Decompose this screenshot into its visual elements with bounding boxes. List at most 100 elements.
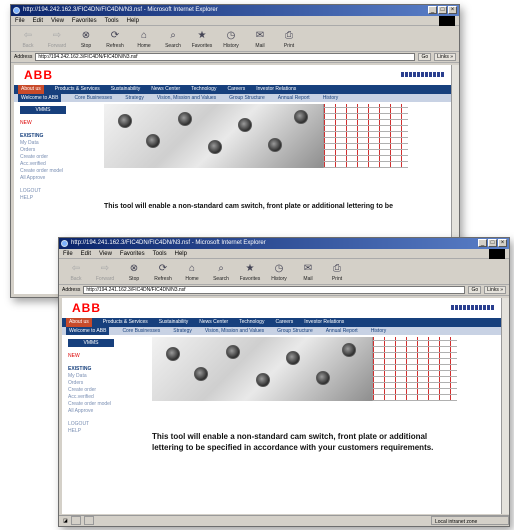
sidebar-item[interactable]: Create order — [68, 387, 114, 394]
refresh-button[interactable]: ⟳ Refresh — [150, 262, 176, 282]
go-button[interactable]: Go — [468, 286, 482, 294]
subnav-strategy[interactable]: Strategy — [173, 327, 192, 335]
sidebar-item[interactable]: Create order — [20, 154, 66, 161]
favorites-button[interactable]: ★ Favorites — [237, 262, 263, 282]
refresh-icon: ⟳ — [158, 262, 168, 274]
links-button[interactable]: Links » — [434, 53, 456, 61]
menu-file[interactable]: File — [15, 16, 25, 25]
mail-button[interactable]: ✉ Mail — [295, 262, 321, 282]
menu-edit[interactable]: Edit — [33, 16, 43, 25]
sidebar-item[interactable]: Orders — [20, 147, 66, 154]
abb-logo[interactable]: ABB — [72, 301, 101, 315]
sidebar-header: VMMS — [68, 339, 114, 347]
subnav-vision[interactable]: Vision, Mission and Values — [205, 327, 264, 335]
go-button[interactable]: Go — [418, 53, 432, 61]
subnav-welcome[interactable]: Welcome to ABB — [18, 94, 62, 102]
forward-button[interactable]: ⇨ Forward — [92, 262, 118, 282]
print-button[interactable]: ⎙ Print — [324, 262, 350, 282]
menu-view[interactable]: View — [51, 16, 64, 25]
sidebar-item-help[interactable]: HELP — [20, 195, 66, 202]
print-button[interactable]: ⎙ Print — [276, 29, 302, 49]
maximize-icon[interactable]: □ — [438, 6, 447, 14]
close-icon[interactable]: × — [498, 239, 507, 247]
subnav-annual-report[interactable]: Annual Report — [326, 327, 358, 335]
subnav-group-structure[interactable]: Group Structure — [229, 94, 265, 102]
subnav-vision[interactable]: Vision, Mission and Values — [157, 94, 216, 102]
stop-button[interactable]: ⊗ Stop — [121, 262, 147, 282]
sidebar-item[interactable]: Create order model — [68, 401, 114, 408]
subnav-history[interactable]: History — [323, 94, 339, 102]
window-title: http://194.242.162.3/FIC4DN/FIC4DN/N3.ns… — [23, 7, 218, 13]
abb-logo[interactable]: ABB — [24, 68, 53, 82]
back-button[interactable]: ⇦ Back — [15, 29, 41, 49]
maximize-icon[interactable]: □ — [488, 239, 497, 247]
menu-tools[interactable]: Tools — [105, 16, 119, 25]
sidebar-item[interactable]: Acc.verified — [20, 161, 66, 168]
home-button[interactable]: ⌂ Home — [131, 29, 157, 49]
menu-bar: File Edit View Favorites Tools Help — [11, 16, 459, 26]
search-button[interactable]: ⌕ Search — [160, 29, 186, 49]
nav-careers[interactable]: Careers — [275, 318, 293, 327]
nav-technology[interactable]: Technology — [239, 318, 264, 327]
vertical-scrollbar[interactable] — [501, 298, 509, 514]
address-input[interactable]: http://194.242.162.3/FIC4DN/FIC4DN/N3.ns… — [35, 53, 416, 61]
history-button[interactable]: ◷ History — [266, 262, 292, 282]
sidebar-item[interactable]: Orders — [68, 380, 114, 387]
history-button[interactable]: ◷ History — [218, 29, 244, 49]
sidebar-item[interactable]: All Approve — [68, 408, 114, 415]
nav-products-services[interactable]: Products & Services — [55, 85, 100, 94]
nav-products-services[interactable]: Products & Services — [103, 318, 148, 327]
home-button[interactable]: ⌂ Home — [179, 262, 205, 282]
status-bar: ◪ Local intranet zone — [59, 515, 509, 526]
sidebar-item-logout[interactable]: LOGOUT — [68, 421, 114, 428]
sidebar-item[interactable]: Create order model — [20, 168, 66, 175]
nav-investor-relations[interactable]: Investor Relations — [256, 85, 296, 94]
address-input[interactable]: http://194.241.162.3/FIC4DN/FIC4DN/N3.ns… — [83, 286, 466, 294]
sidebar-item[interactable]: All Approve — [20, 175, 66, 182]
subnav-core-businesses[interactable]: Core Businesses — [74, 94, 112, 102]
sidebar-item[interactable]: Acc.verified — [68, 394, 114, 401]
nav-news-center[interactable]: News Center — [151, 85, 180, 94]
mail-button[interactable]: ✉ Mail — [247, 29, 273, 49]
subnav-strategy[interactable]: Strategy — [125, 94, 144, 102]
sidebar-item-new[interactable]: NEW — [68, 353, 114, 360]
minimize-icon[interactable]: _ — [428, 6, 437, 14]
nav-careers[interactable]: Careers — [227, 85, 245, 94]
nav-sustainability[interactable]: Sustainability — [111, 85, 140, 94]
nav-about-us[interactable]: About us — [18, 85, 44, 94]
sub-nav: Welcome to ABB Core Businesses Strategy … — [62, 327, 501, 335]
nav-about-us[interactable]: About us — [66, 318, 92, 327]
nav-technology[interactable]: Technology — [191, 85, 216, 94]
menu-help[interactable]: Help — [175, 249, 187, 258]
sidebar-item-new[interactable]: NEW — [20, 120, 66, 127]
sidebar-item-help[interactable]: HELP — [68, 428, 114, 435]
menu-view[interactable]: View — [99, 249, 112, 258]
refresh-button[interactable]: ⟳ Refresh — [102, 29, 128, 49]
menu-tools[interactable]: Tools — [153, 249, 167, 258]
subnav-annual-report[interactable]: Annual Report — [278, 94, 310, 102]
links-button[interactable]: Links » — [484, 286, 506, 294]
subnav-history[interactable]: History — [371, 327, 387, 335]
stop-button[interactable]: ⊗ Stop — [73, 29, 99, 49]
menu-edit[interactable]: Edit — [81, 249, 91, 258]
menu-favorites[interactable]: Favorites — [72, 16, 97, 25]
menu-file[interactable]: File — [63, 249, 73, 258]
menu-favorites[interactable]: Favorites — [120, 249, 145, 258]
nav-news-center[interactable]: News Center — [199, 318, 228, 327]
nav-investor-relations[interactable]: Investor Relations — [304, 318, 344, 327]
sidebar-item[interactable]: My Data — [20, 140, 66, 147]
back-button[interactable]: ⇦ Back — [63, 262, 89, 282]
menu-help[interactable]: Help — [127, 16, 139, 25]
cam-switch-knob-icon — [178, 112, 192, 126]
minimize-icon[interactable]: _ — [478, 239, 487, 247]
nav-sustainability[interactable]: Sustainability — [159, 318, 188, 327]
subnav-core-businesses[interactable]: Core Businesses — [122, 327, 160, 335]
sidebar-item[interactable]: My Data — [68, 373, 114, 380]
subnav-group-structure[interactable]: Group Structure — [277, 327, 313, 335]
forward-button[interactable]: ⇨ Forward — [44, 29, 70, 49]
sidebar-item-logout[interactable]: LOGOUT — [20, 188, 66, 195]
close-icon[interactable]: × — [448, 6, 457, 14]
subnav-welcome[interactable]: Welcome to ABB — [66, 327, 110, 335]
favorites-button[interactable]: ★ Favorites — [189, 29, 215, 49]
search-button[interactable]: ⌕ Search — [208, 262, 234, 282]
